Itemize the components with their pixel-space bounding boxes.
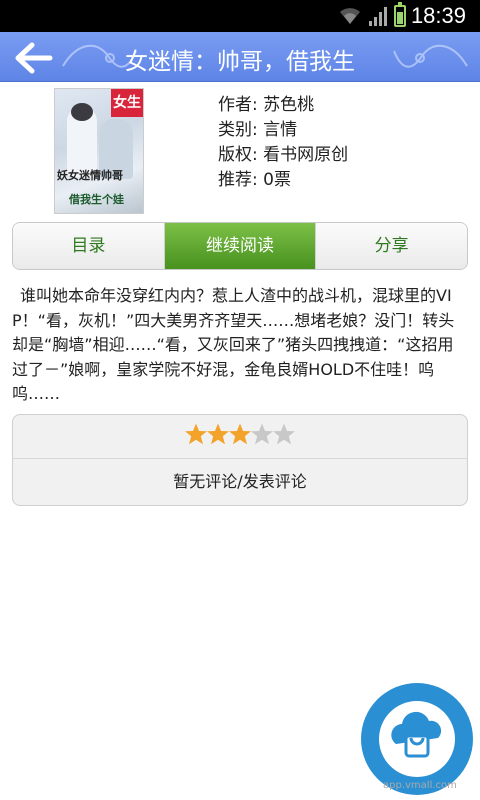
action-tabs: 目录 继续阅读 分享 bbox=[12, 222, 468, 270]
status-bar: 18:39 bbox=[0, 0, 480, 32]
star-icon[interactable] bbox=[250, 422, 274, 446]
book-info: 作者: 苏色桃 类别: 言情 版权: 看书网原创 推荐: 0票 bbox=[218, 90, 348, 190]
tab-catalog[interactable]: 目录 bbox=[13, 223, 164, 269]
battery-icon bbox=[394, 2, 406, 27]
cover-subtitle: 借我生个娃 bbox=[69, 193, 124, 206]
star-icon[interactable] bbox=[272, 422, 296, 446]
cover-title: 妖女迷情帅哥 bbox=[57, 169, 123, 182]
watermark-url: app.vmall.com bbox=[383, 780, 457, 791]
book-cover[interactable]: 女生 妖女迷情帅哥 借我生个娃 bbox=[54, 88, 144, 214]
cover-genre-tag: 女生 bbox=[111, 89, 143, 117]
star-icon[interactable] bbox=[184, 422, 208, 446]
category-label: 类别: 言情 bbox=[218, 120, 298, 140]
tab-continue-reading[interactable]: 继续阅读 bbox=[163, 223, 316, 269]
star-icon[interactable] bbox=[206, 422, 230, 446]
copyright-label: 版权: 看书网原创 bbox=[218, 145, 349, 165]
author-label: 作者: 苏色桃 bbox=[218, 95, 315, 115]
title-bar: 女迷情：帅哥，借我生 bbox=[0, 32, 480, 82]
page-title: 女迷情：帅哥，借我生 bbox=[125, 49, 355, 75]
book-description: 谁叫她本命年没穿红内内？惹上人渣中的战斗机，混球里的VIP！“看，灰机！”四大美… bbox=[12, 286, 455, 403]
wifi-icon bbox=[340, 8, 360, 24]
comment-button[interactable]: 暂无评论/发表评论 bbox=[13, 459, 467, 505]
clock: 18:39 bbox=[410, 3, 466, 28]
tab-share[interactable]: 分享 bbox=[315, 223, 467, 269]
star-rating[interactable] bbox=[13, 415, 467, 459]
cover-figure-hair bbox=[71, 103, 93, 121]
signal-icon bbox=[369, 7, 387, 26]
review-box: 暂无评论/发表评论 bbox=[12, 414, 468, 506]
star-icon[interactable] bbox=[228, 422, 252, 446]
recommend-label: 推荐: 0票 bbox=[218, 170, 291, 190]
